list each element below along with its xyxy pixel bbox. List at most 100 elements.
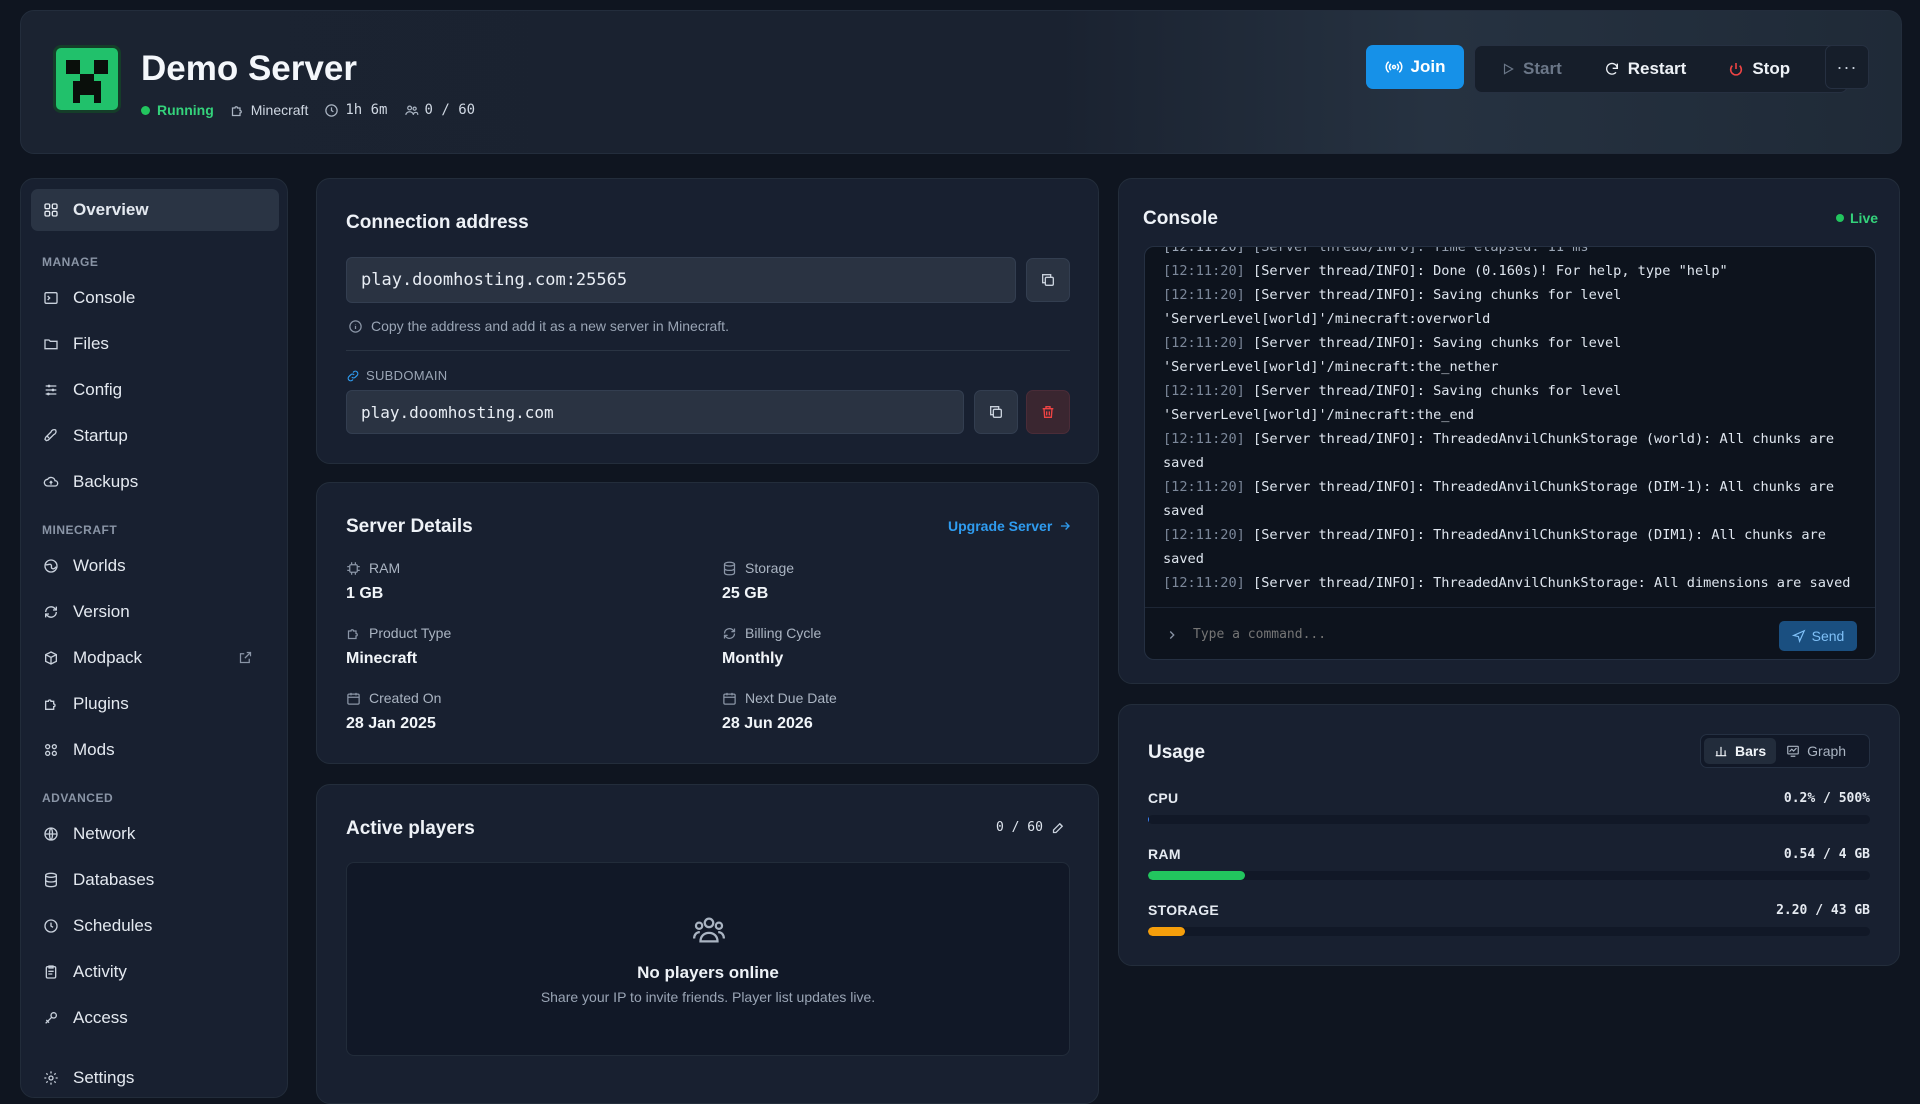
connection-address-field[interactable]: play.doomhosting.com:25565: [346, 257, 1016, 303]
ellipsis-icon: ···: [1837, 57, 1858, 78]
delete-subdomain-button[interactable]: [1026, 390, 1070, 434]
sidebar-item-overview[interactable]: Overview: [31, 189, 279, 231]
uptime: 1h 6m: [345, 102, 387, 118]
server-details-title: Server Details: [346, 516, 473, 538]
live-dot-icon: [1836, 214, 1844, 222]
active-players-title: Active players: [346, 818, 475, 840]
join-button[interactable]: Join: [1366, 45, 1464, 89]
sidebar-item-modpack[interactable]: Modpack: [31, 637, 279, 679]
edit-icon[interactable]: [1051, 820, 1066, 835]
package-icon: [43, 650, 59, 666]
console-line: [12:11:20] [Server thread/INFO]: Threade…: [1163, 523, 1863, 571]
server-meta: Running Minecraft 1h 6m 0 / 60: [141, 102, 491, 118]
console-line: [12:11:20] [Server thread/INFO]: Threade…: [1163, 571, 1863, 595]
sidebar-item-network[interactable]: Network: [31, 813, 279, 855]
console-title: Console: [1143, 208, 1218, 230]
sliders-icon: [43, 382, 59, 398]
sidebar-item-console[interactable]: Console: [31, 277, 279, 319]
puzzle-icon: [346, 626, 361, 641]
calendar-icon: [346, 691, 361, 706]
power-controls: Start Restart Stop: [1474, 45, 1848, 93]
clipboard-icon: [43, 964, 59, 980]
sidebar-item-version[interactable]: Version: [31, 591, 279, 633]
ram-bar: [1148, 871, 1870, 880]
cloud-icon: [43, 474, 59, 490]
console-line: [12:11:20] [Server thread/INFO]: Threade…: [1163, 427, 1863, 475]
sidebar-item-startup[interactable]: Startup: [31, 415, 279, 457]
restart-button[interactable]: Restart: [1604, 59, 1687, 79]
grid-icon: [43, 202, 59, 218]
calendar-icon: [722, 691, 737, 706]
sidebar-item-config[interactable]: Config: [31, 369, 279, 411]
section-minecraft: MINECRAFT: [42, 523, 117, 537]
chip-icon: [346, 561, 361, 576]
clock-icon: [43, 918, 59, 934]
clock-icon: [324, 103, 339, 118]
sidebar-item-access[interactable]: Access: [31, 997, 279, 1039]
puzzle-icon: [43, 696, 59, 712]
storage-bar: [1148, 927, 1870, 936]
copy-address-button[interactable]: [1026, 258, 1070, 302]
send-button[interactable]: Send: [1779, 621, 1857, 651]
sidebar-item-schedules[interactable]: Schedules: [31, 905, 279, 947]
console-line: [12:11:20] [Server thread/INFO]: Saving …: [1163, 379, 1863, 427]
usage-title: Usage: [1148, 742, 1205, 764]
server-logo-creeper-icon: [53, 45, 121, 113]
folder-icon: [43, 336, 59, 352]
server-title: Demo Server: [141, 49, 357, 89]
server-header: Demo Server Running Minecraft 1h 6m 0 / …: [20, 10, 1902, 154]
subdomain-field[interactable]: play.doomhosting.com: [346, 390, 964, 434]
due-value: 28 Jun 2026: [722, 715, 813, 733]
graph-toggle[interactable]: Graph: [1776, 738, 1856, 764]
players-empty-state: No players online Share your IP to invit…: [346, 862, 1070, 1056]
start-button[interactable]: Start: [1501, 59, 1562, 79]
section-advanced: ADVANCED: [42, 791, 113, 805]
send-icon: [1792, 629, 1806, 643]
gear-icon: [43, 1070, 59, 1086]
globe-icon: [43, 558, 59, 574]
console-log: [12:11:20] [Server thread/INFO]: Time el…: [1163, 247, 1863, 595]
ram-usage-value: 0.54 / 4 GB: [1660, 847, 1870, 862]
cpu-bar: [1148, 815, 1870, 824]
ram-bar-fill: [1148, 871, 1245, 880]
empty-subtitle: Share your IP to invite friends. Player …: [347, 989, 1069, 1005]
sidebar-item-files[interactable]: Files: [31, 323, 279, 365]
sidebar-item-mods[interactable]: Mods: [31, 729, 279, 771]
sidebar-item-databases[interactable]: Databases: [31, 859, 279, 901]
empty-title: No players online: [347, 963, 1069, 983]
refresh-icon: [722, 626, 737, 641]
upgrade-server-link[interactable]: Upgrade Server: [948, 518, 1072, 534]
sidebar-item-backups[interactable]: Backups: [31, 461, 279, 503]
trash-icon: [1040, 404, 1056, 420]
rocket-icon: [43, 428, 59, 444]
graph-icon: [1786, 744, 1800, 758]
bars-toggle[interactable]: Bars: [1704, 738, 1776, 764]
live-indicator: Live: [1836, 210, 1878, 226]
console-line: [12:11:20] [Server thread/INFO]: Time el…: [1163, 247, 1863, 259]
users-group-icon: [691, 913, 727, 947]
more-options-button[interactable]: ···: [1825, 45, 1869, 89]
modules-icon: [43, 742, 59, 758]
console-line: [12:11:20] [Server thread/INFO]: Saving …: [1163, 331, 1863, 379]
storage-value: 25 GB: [722, 585, 768, 603]
database-icon: [43, 872, 59, 888]
console-input-row: [1145, 607, 1875, 660]
sidebar-item-activity[interactable]: Activity: [31, 951, 279, 993]
stop-button[interactable]: Stop: [1728, 59, 1790, 79]
command-input[interactable]: [1193, 627, 1753, 642]
console-line: [12:11:20] [Server thread/INFO]: Threade…: [1163, 475, 1863, 523]
ram-label: RAM: [1148, 846, 1181, 862]
copy-icon: [1040, 272, 1056, 288]
sidebar-item-worlds[interactable]: Worlds: [31, 545, 279, 587]
copy-subdomain-button[interactable]: [974, 390, 1018, 434]
play-icon: [1501, 62, 1515, 76]
sidebar-item-plugins[interactable]: Plugins: [31, 683, 279, 725]
game-label: Minecraft: [251, 102, 309, 118]
refresh-icon: [43, 604, 59, 620]
section-manage: MANAGE: [42, 255, 98, 269]
status-dot-icon: [141, 106, 150, 115]
divider: [346, 350, 1070, 351]
storage-usage-value: 2.20 / 43 GB: [1660, 903, 1870, 918]
storage-label: STORAGE: [1148, 902, 1219, 918]
sidebar-item-settings[interactable]: Settings: [31, 1057, 279, 1099]
